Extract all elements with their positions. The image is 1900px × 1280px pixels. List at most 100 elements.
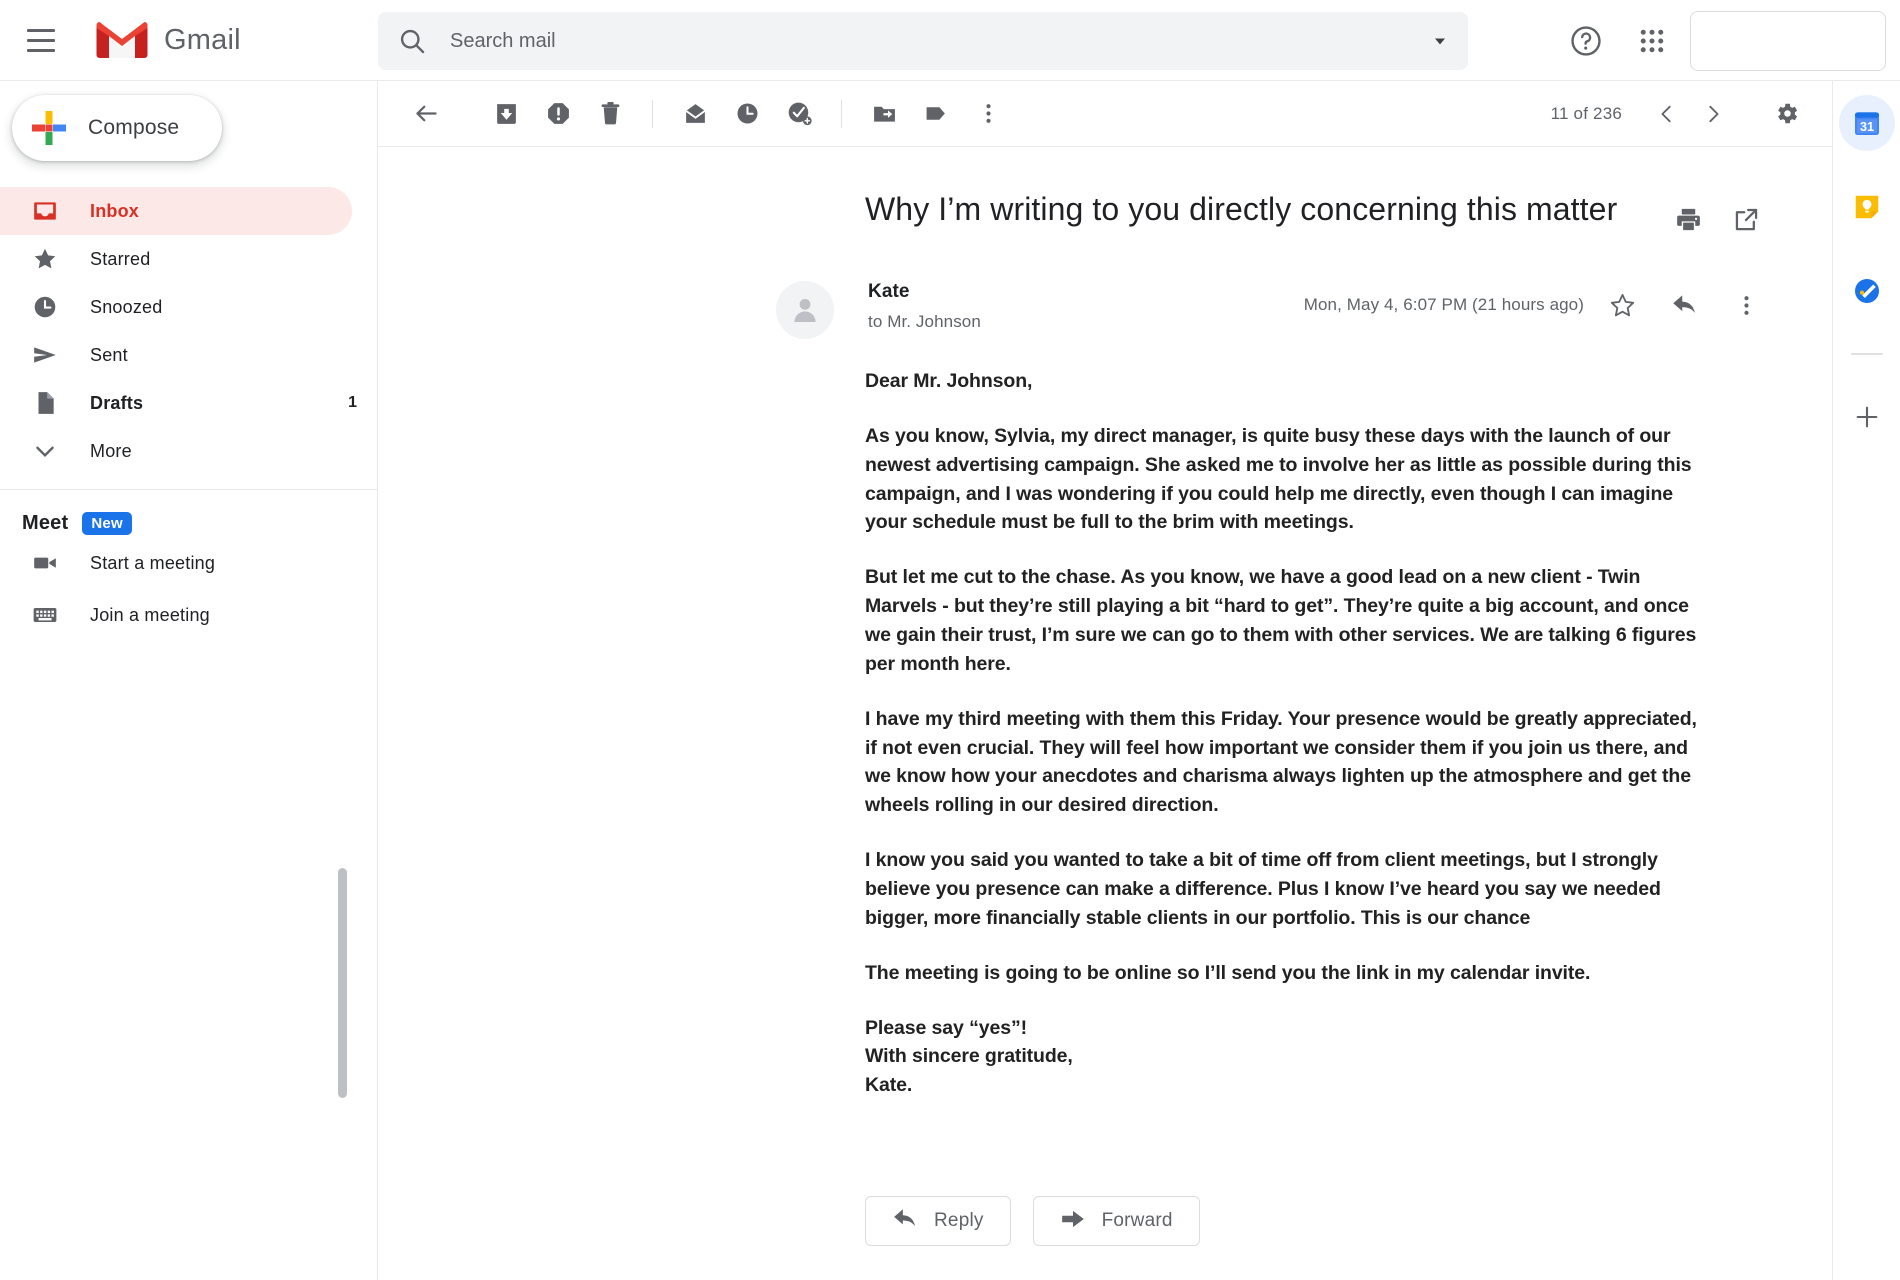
sidebar-item-label: Snoozed bbox=[90, 296, 163, 317]
sidebar-item-start-meeting[interactable]: Start a meeting bbox=[0, 539, 377, 587]
hamburger-menu-icon[interactable] bbox=[12, 11, 70, 69]
message-paragraph: As you know, Sylvia, my direct manager, … bbox=[865, 424, 1692, 534]
more-vertical-icon[interactable] bbox=[962, 88, 1014, 140]
recipient-line[interactable]: to Mr. Johnson bbox=[868, 312, 1304, 332]
sidebar-item-inbox[interactable]: Inbox bbox=[0, 187, 352, 235]
message-scroll-region: Why I’m writing to you directly concerni… bbox=[378, 147, 1832, 1178]
toolbar-right: 11 of 236 bbox=[1551, 88, 1812, 140]
message-paragraph: Dear Mr. Johnson, bbox=[865, 370, 1033, 392]
sidebar-item-label: Sent bbox=[90, 344, 128, 365]
side-apps-rail: 31 bbox=[1832, 81, 1900, 1280]
page-title: Why I’m writing to you directly concerni… bbox=[865, 191, 1618, 227]
more-vertical-icon[interactable] bbox=[1722, 281, 1770, 329]
chevron-down-icon bbox=[32, 438, 64, 464]
subject-row: Why I’m writing to you directly concerni… bbox=[378, 147, 1832, 243]
sidebar-item-sent[interactable]: Sent bbox=[0, 331, 377, 379]
sidebar-item-label: Starred bbox=[90, 248, 151, 269]
sender-row: Kate to Mr. Johnson Mon, May 4, 6:07 PM … bbox=[378, 281, 1832, 339]
message-body: Dear Mr. Johnson, As you know, Sylvia, m… bbox=[378, 367, 1832, 1100]
draft-icon bbox=[32, 390, 64, 416]
sidebar-item-starred[interactable]: Starred bbox=[0, 235, 377, 283]
chevron-left-icon[interactable] bbox=[1644, 91, 1690, 137]
archive-icon[interactable] bbox=[480, 88, 532, 140]
sidebar-item-drafts[interactable]: Drafts 1 bbox=[0, 379, 377, 427]
sidebar-item-label: More bbox=[90, 440, 132, 461]
meet-section-header: Meet New bbox=[0, 512, 377, 535]
message-paragraph: The meeting is going to be online so I’l… bbox=[865, 961, 1591, 984]
sidebar-item-snoozed[interactable]: Snoozed bbox=[0, 283, 377, 331]
sidebar-item-label: Start a meeting bbox=[90, 552, 216, 573]
forward-button[interactable]: Forward bbox=[1032, 1196, 1200, 1246]
sidebar: Compose Inbox Starred Snoozed Sent Draft… bbox=[0, 81, 378, 1280]
message-paragraph: I have my third meeting with them this F… bbox=[865, 707, 1697, 817]
signature-line: Kate. bbox=[865, 1074, 913, 1097]
label-tag-icon[interactable] bbox=[910, 88, 962, 140]
inbox-icon bbox=[32, 198, 64, 224]
forward-button-label: Forward bbox=[1101, 1210, 1173, 1231]
avatar bbox=[776, 281, 834, 339]
body-row: Compose Inbox Starred Snoozed Sent Draft… bbox=[0, 81, 1900, 1280]
snooze-clock-icon[interactable] bbox=[721, 88, 773, 140]
sidebar-item-count: 1 bbox=[348, 394, 357, 411]
add-to-tasks-icon[interactable] bbox=[773, 88, 825, 140]
sender-name: Kate bbox=[868, 281, 910, 302]
sidebar-item-label: Inbox bbox=[90, 200, 139, 221]
sidebar-scrollbar[interactable] bbox=[338, 868, 347, 1098]
sidebar-item-label: Join a meeting bbox=[90, 604, 210, 625]
message-meta-actions: Mon, May 4, 6:07 PM (21 hours ago) bbox=[1304, 281, 1770, 329]
sidebar-item-label: Drafts bbox=[90, 392, 144, 413]
google-keep-icon[interactable] bbox=[1839, 179, 1895, 235]
forward-arrow-icon bbox=[1060, 1206, 1086, 1237]
chevron-down-icon[interactable] bbox=[1412, 31, 1468, 51]
report-spam-icon[interactable] bbox=[532, 88, 584, 140]
compose-label: Compose bbox=[88, 116, 180, 139]
reply-button-label: Reply bbox=[934, 1210, 984, 1231]
google-calendar-icon[interactable]: 31 bbox=[1838, 95, 1895, 151]
star-outline-icon[interactable] bbox=[1598, 281, 1646, 329]
chevron-right-icon[interactable] bbox=[1690, 91, 1736, 137]
search-input[interactable] bbox=[450, 29, 1412, 53]
reply-arrow-icon[interactable] bbox=[1660, 281, 1708, 329]
reply-button[interactable]: Reply bbox=[865, 1196, 1011, 1246]
account-avatar-placeholder[interactable] bbox=[1690, 10, 1886, 71]
sidebar-nav-list: Inbox Starred Snoozed Sent Drafts 1 More bbox=[0, 187, 377, 475]
search-bar[interactable] bbox=[378, 12, 1468, 70]
move-to-folder-icon[interactable] bbox=[858, 88, 910, 140]
printer-icon[interactable] bbox=[1664, 195, 1712, 243]
message-toolbar: 11 of 236 bbox=[378, 81, 1832, 147]
google-tasks-icon[interactable] bbox=[1839, 263, 1895, 319]
sidebar-divider bbox=[0, 489, 377, 490]
open-in-new-icon[interactable] bbox=[1722, 195, 1770, 243]
video-camera-icon bbox=[32, 550, 64, 576]
sidebar-item-join-meeting[interactable]: Join a meeting bbox=[0, 591, 377, 639]
keyboard-icon bbox=[32, 602, 64, 628]
signature-line: Please say “yes”! bbox=[865, 1016, 1028, 1039]
trash-icon[interactable] bbox=[584, 88, 636, 140]
top-bar: Gmail bbox=[0, 0, 1900, 81]
meet-new-badge: New bbox=[82, 512, 132, 535]
search-icon bbox=[398, 27, 426, 55]
message-pane: 11 of 236 Why I’m writing to you directl… bbox=[378, 81, 1832, 1280]
message-paragraph: But let me cut to the chase. As you know… bbox=[865, 566, 1697, 675]
signature-line: With sincere gratitude, bbox=[865, 1045, 1073, 1068]
back-arrow-icon[interactable] bbox=[400, 88, 452, 140]
gmail-wordmark: Gmail bbox=[164, 23, 241, 56]
help-circle-icon[interactable] bbox=[1558, 13, 1614, 69]
sidebar-item-more[interactable]: More bbox=[0, 427, 377, 475]
compose-button[interactable]: Compose bbox=[12, 95, 222, 161]
reply-arrow-icon bbox=[892, 1206, 918, 1237]
plus-icon[interactable] bbox=[1839, 389, 1895, 445]
apps-grid-icon[interactable] bbox=[1624, 13, 1680, 69]
person-avatar-icon bbox=[794, 298, 816, 323]
gmail-app-window: Gmail Search mail Compose Inbox Starred … bbox=[0, 0, 1900, 1280]
top-right-actions bbox=[1558, 0, 1900, 81]
svg-text:31: 31 bbox=[1859, 120, 1873, 134]
plus-multicolor-icon bbox=[26, 105, 72, 151]
pagination-count: 11 of 236 bbox=[1550, 103, 1622, 123]
gear-icon[interactable] bbox=[1760, 88, 1812, 140]
sender-info: Kate to Mr. Johnson bbox=[868, 281, 1304, 332]
mark-unread-icon[interactable] bbox=[669, 88, 721, 140]
gmail-logo-icon bbox=[96, 20, 148, 60]
message-paragraph: I know you said you wanted to take a bit… bbox=[865, 849, 1661, 929]
send-icon bbox=[32, 342, 64, 368]
